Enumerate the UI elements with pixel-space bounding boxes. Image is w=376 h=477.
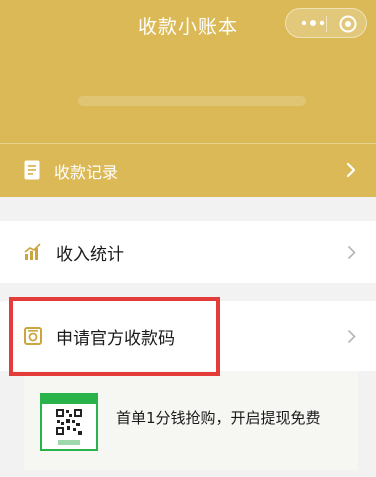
bar-chart-icon (24, 243, 41, 260)
chevron-right-icon (346, 162, 356, 178)
header: 收款小账本 收款记录 (0, 0, 376, 197)
chevron-right-icon (347, 245, 356, 260)
records-row[interactable]: 收款记录 (0, 143, 376, 197)
qr-card-footer (58, 440, 80, 445)
qr-card-header (42, 395, 96, 404)
qr-code-icon (55, 408, 83, 436)
qr-code-card (40, 393, 98, 451)
target-circle-icon[interactable] (338, 14, 358, 34)
income-stats-row[interactable]: 收入统计 (0, 221, 376, 283)
records-label: 收款记录 (54, 163, 119, 182)
apply-code-label: 申请官方收款码 (56, 329, 175, 349)
chevron-right-icon (347, 329, 356, 344)
apply-code-row[interactable]: 申请官方收款码 (0, 301, 376, 371)
more-dots-icon[interactable] (300, 17, 326, 29)
header-divider (0, 143, 376, 144)
promo-text: 首单1分钱抢购，开启提现免费 (116, 409, 321, 427)
amount-placeholder (78, 96, 306, 106)
document-icon (24, 160, 40, 180)
capsule-divider (326, 16, 327, 32)
promo-banner[interactable]: 首单1分钱抢购，开启提现免费 (24, 371, 358, 470)
mini-program-capsule[interactable] (285, 8, 367, 38)
receipt-code-icon (24, 327, 42, 345)
income-stats-label: 收入统计 (56, 245, 124, 265)
